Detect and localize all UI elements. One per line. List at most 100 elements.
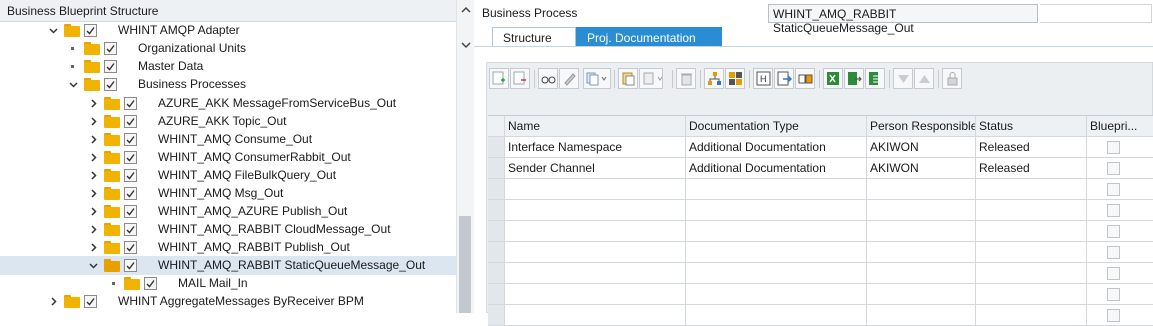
row-selector[interactable] [488, 284, 505, 305]
blueprint-checkbox[interactable] [1107, 288, 1120, 301]
doc-type-cell[interactable] [686, 263, 867, 284]
tree-node[interactable]: AZURE_AKK Topic_Out [0, 112, 456, 131]
row-selector[interactable] [488, 263, 505, 284]
status-cell[interactable] [976, 179, 1087, 200]
chevron-right-icon[interactable] [86, 130, 100, 149]
row-selector[interactable] [488, 200, 505, 221]
checkbox[interactable] [104, 78, 117, 91]
tree-node[interactable]: WHINT_AMQ Msg_Out [0, 184, 456, 203]
paste-icon[interactable] [618, 68, 638, 89]
blueprint-tree[interactable]: WHINT AMQP Adapter Organizational Units … [0, 19, 456, 313]
chevron-down-icon[interactable] [46, 21, 60, 40]
grid-icon[interactable] [725, 68, 745, 89]
doc-type-cell[interactable]: Additional Documentation [686, 137, 867, 158]
copy-icon[interactable] [583, 68, 611, 89]
chevron-right-icon[interactable] [86, 238, 100, 257]
checkbox[interactable] [144, 277, 157, 290]
display-icon[interactable] [538, 68, 558, 89]
table-row[interactable]: Sender Channel Additional Documentation … [488, 158, 1153, 179]
doc-type-cell[interactable] [686, 305, 867, 326]
person-cell[interactable] [867, 305, 976, 326]
blueprint-checkbox[interactable] [1107, 225, 1120, 238]
blueprint-checkbox[interactable] [1107, 162, 1120, 175]
blueprint-checkbox[interactable] [1107, 204, 1120, 217]
chevron-right-icon[interactable] [86, 94, 100, 113]
chevron-right-icon[interactable] [86, 184, 100, 203]
doc-type-cell[interactable] [686, 284, 867, 305]
name-cell[interactable] [505, 221, 686, 242]
doc-type-cell[interactable] [686, 221, 867, 242]
row-selector-header[interactable] [488, 116, 505, 137]
up-icon[interactable] [914, 68, 934, 89]
chevron-right-icon[interactable] [86, 202, 100, 221]
tree-node[interactable]: MAIL Mail_In [0, 274, 456, 293]
name-cell[interactable] [505, 305, 686, 326]
checkbox[interactable] [124, 205, 137, 218]
table-row[interactable] [488, 179, 1153, 200]
scroll-thumb[interactable] [459, 216, 471, 313]
column-header[interactable]: Person Responsible [867, 116, 976, 137]
chevron-right-icon[interactable] [86, 112, 100, 131]
export-icon[interactable] [774, 68, 794, 89]
checkbox[interactable] [124, 97, 137, 110]
person-cell[interactable] [867, 221, 976, 242]
tree-node[interactable]: WHINT_AMQ_AZURE Publish_Out [0, 202, 456, 221]
status-cell[interactable] [976, 263, 1087, 284]
blueprint-checkbox[interactable] [1107, 183, 1120, 196]
chevron-right-icon[interactable] [86, 220, 100, 239]
excel-icon[interactable] [823, 68, 843, 89]
row-selector[interactable] [488, 179, 505, 200]
column-header[interactable]: Status [976, 116, 1087, 137]
header-icon[interactable]: H [753, 68, 773, 89]
tree-node[interactable]: Business Processes [0, 75, 456, 94]
doc-type-cell[interactable]: Additional Documentation [686, 158, 867, 179]
checkbox[interactable] [124, 133, 137, 146]
person-cell[interactable] [867, 263, 976, 284]
name-cell[interactable] [505, 200, 686, 221]
row-selector[interactable] [488, 305, 505, 326]
excel-import-icon[interactable] [865, 68, 885, 89]
row-selector[interactable] [488, 221, 505, 242]
down-icon[interactable] [893, 68, 913, 89]
chevron-right-icon[interactable] [46, 292, 60, 311]
checkbox[interactable] [104, 60, 117, 73]
status-cell[interactable] [976, 200, 1087, 221]
doc-type-cell[interactable] [686, 179, 867, 200]
blueprint-checkbox[interactable] [1107, 309, 1120, 322]
person-cell[interactable]: AKIWON [867, 137, 976, 158]
tree-node[interactable]: WHINT_AMQ_RABBIT Publish_Out [0, 238, 456, 257]
table-row[interactable] [488, 305, 1153, 326]
delete-row-icon[interactable] [510, 68, 530, 89]
table-row[interactable] [488, 242, 1153, 263]
status-cell[interactable] [976, 284, 1087, 305]
insert-row-icon[interactable] [489, 68, 509, 89]
checkbox[interactable] [124, 259, 137, 272]
checkbox[interactable] [124, 241, 137, 254]
checkbox[interactable] [84, 295, 97, 308]
status-cell[interactable]: Released [976, 137, 1087, 158]
blueprint-checkbox[interactable] [1107, 141, 1120, 154]
name-cell[interactable]: Sender Channel [505, 158, 686, 179]
table-row[interactable] [488, 284, 1153, 305]
checkbox[interactable] [124, 151, 137, 164]
business-process-field[interactable]: WHINT_AMQ_RABBIT StaticQueueMessage_Out [768, 4, 1038, 35]
chevron-down-icon[interactable] [66, 75, 80, 94]
tree-node[interactable]: WHINT_AMQ_RABBIT CloudMessage_Out [0, 220, 456, 239]
chevron-right-icon[interactable] [86, 148, 100, 167]
status-cell[interactable] [976, 221, 1087, 242]
scroll-down-icon[interactable] [457, 38, 474, 54]
status-cell[interactable] [976, 305, 1087, 326]
row-selector[interactable] [488, 242, 505, 263]
transfer-icon[interactable] [795, 68, 815, 89]
table-row[interactable] [488, 221, 1153, 242]
scroll-up-icon[interactable] [457, 3, 474, 19]
person-cell[interactable] [867, 284, 976, 305]
blueprint-checkbox[interactable] [1107, 267, 1120, 280]
copy-doc-icon[interactable] [639, 68, 663, 89]
name-cell[interactable] [505, 284, 686, 305]
checkbox[interactable] [84, 24, 97, 37]
person-cell[interactable]: AKIWON [867, 158, 976, 179]
delete-icon[interactable] [676, 68, 696, 89]
column-header[interactable]: Bluepri... [1087, 116, 1153, 137]
doc-type-cell[interactable] [686, 200, 867, 221]
